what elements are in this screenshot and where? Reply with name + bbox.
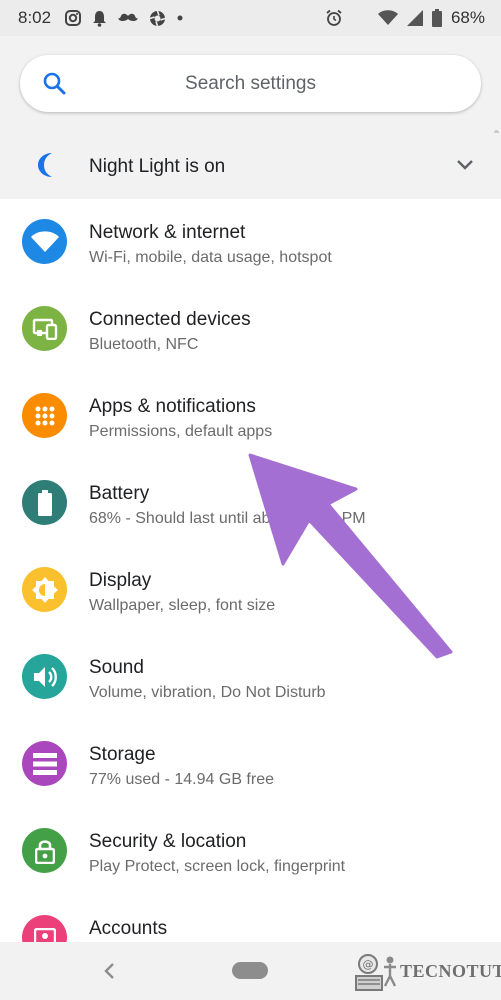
setting-subtitle: Volume, vibration, Do Not Disturb [89, 684, 326, 701]
watermark-text: TECNOTUTO [400, 960, 501, 981]
setting-sound[interactable]: Sound Volume, vibration, Do Not Disturb [0, 634, 501, 721]
setting-subtitle: 77% used - 14.94 GB free [89, 771, 274, 788]
alarm-icon [326, 9, 342, 26]
dot-icon [177, 15, 183, 21]
search-bar[interactable] [20, 55, 481, 112]
svg-text:@: @ [363, 958, 374, 971]
bell-icon [93, 10, 107, 27]
system-icons: 68% [325, 8, 485, 28]
setting-subtitle: Permissions, default apps [89, 423, 273, 440]
volume-icon [22, 654, 67, 699]
brightness-icon [22, 567, 67, 612]
setting-title: Battery [89, 483, 150, 504]
setting-subtitle: Play Protect, screen lock, fingerprint [89, 858, 346, 875]
storage-icon [22, 741, 67, 786]
home-button[interactable] [232, 962, 268, 979]
search-input[interactable] [20, 71, 481, 96]
instagram-icon [65, 10, 82, 26]
aperture-icon [149, 10, 166, 26]
navigation-bar: @ TECNOTUTO [0, 942, 501, 1000]
status-bar: 8:02 68% [0, 0, 501, 36]
setting-network-internet[interactable]: Network & internet Wi-Fi, mobile, data u… [0, 199, 501, 286]
settings-list: Network & internet Wi-Fi, mobile, data u… [0, 199, 501, 942]
night-light-suggestion[interactable]: Night Light is on [0, 133, 501, 199]
setting-title: Apps & notifications [89, 396, 256, 417]
setting-title: Storage [89, 744, 156, 765]
setting-title: Connected devices [89, 309, 251, 330]
setting-subtitle: Bluetooth, NFC [89, 336, 199, 353]
back-icon[interactable] [100, 960, 120, 982]
signal-icon [406, 10, 423, 26]
battery-icon [431, 9, 442, 27]
apps-grid-icon [22, 393, 67, 438]
moon-icon [38, 153, 52, 177]
night-light-label: Night Light is on [89, 156, 226, 177]
notification-icons [65, 10, 183, 27]
watermark-logo: @ TECNOTUTO [354, 948, 501, 994]
chevron-down-icon[interactable] [456, 159, 474, 171]
setting-title: Accounts [89, 918, 168, 939]
setting-apps-notifications[interactable]: Apps & notifications Permissions, defaul… [0, 373, 501, 460]
setting-subtitle: Wallpaper, sleep, font size [89, 597, 276, 614]
setting-title: Security & location [89, 831, 247, 852]
setting-subtitle: 68% - Should last until about 10:30 PM [89, 510, 366, 527]
tecnotuto-logo-icon: @ [355, 954, 397, 991]
lock-icon [22, 828, 67, 873]
setting-storage[interactable]: Storage 77% used - 14.94 GB free [0, 721, 501, 808]
search-icon [43, 72, 66, 95]
setting-title: Network & internet [89, 222, 246, 243]
account-icon [22, 915, 67, 942]
setting-title: Display [89, 570, 152, 591]
setting-display[interactable]: Display Wallpaper, sleep, font size [0, 547, 501, 634]
setting-battery[interactable]: Battery 68% - Should last until about 10… [0, 460, 501, 547]
setting-title: Sound [89, 657, 144, 678]
wifi-icon [377, 10, 398, 25]
setting-security-location[interactable]: Security & location Play Protect, screen… [0, 808, 501, 895]
setting-subtitle: Wi-Fi, mobile, data usage, hotspot [89, 249, 332, 266]
setting-accounts[interactable]: Accounts [0, 895, 501, 942]
mustache-icon [118, 13, 139, 22]
battery-percent: 68% [450, 8, 485, 27]
battery-icon [22, 480, 67, 525]
devices-icon [22, 306, 67, 351]
wifi-icon [22, 219, 67, 264]
setting-connected-devices[interactable]: Connected devices Bluetooth, NFC [0, 286, 501, 373]
status-time: 8:02 [18, 8, 52, 27]
